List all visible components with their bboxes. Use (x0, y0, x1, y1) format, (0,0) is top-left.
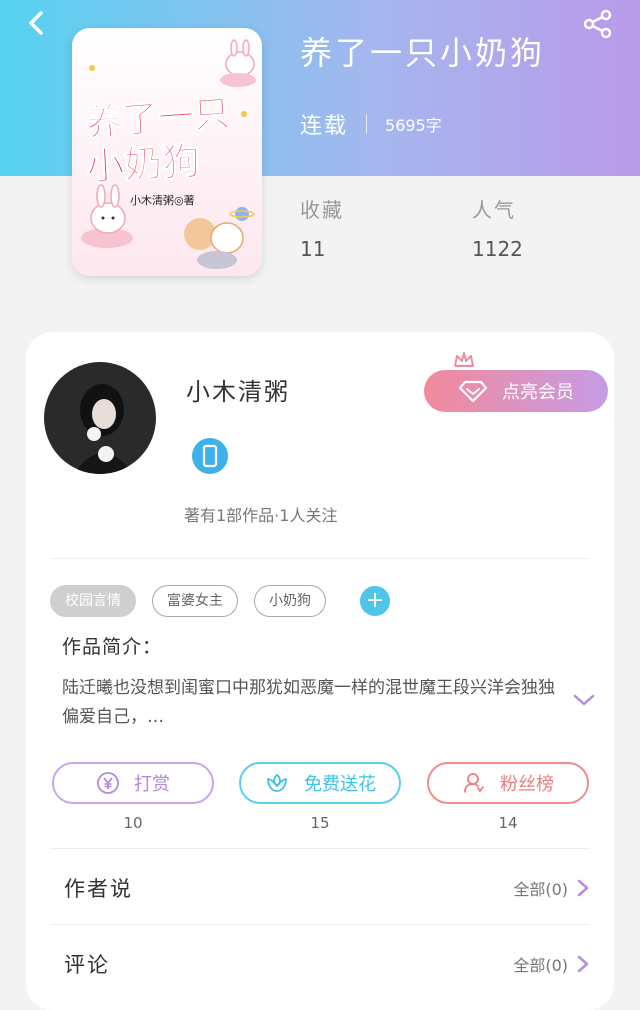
send-flower-button[interactable]: 免费送花 (239, 762, 401, 804)
diamond-icon (458, 380, 488, 403)
chevron-right-icon (577, 879, 589, 897)
crown-icon (454, 352, 474, 367)
author-says-all-label: 全部(0) (513, 880, 568, 899)
author-badge-icon (192, 438, 228, 474)
fan-ranking-button[interactable]: 粉丝榜 (427, 762, 589, 804)
stat-label: 人气 (472, 198, 516, 222)
flower-count: 15 (310, 814, 330, 832)
vip-button-label: 点亮会员 (502, 382, 574, 403)
intro-label: 作品简介： (62, 636, 163, 658)
avatar[interactable] (44, 362, 156, 474)
book-cover[interactable]: 养了一只 小奶狗 小木清粥◎著 (72, 28, 262, 276)
add-tag-button[interactable]: + (360, 586, 390, 616)
intro-text: 陆迁曦也没想到闺蜜口中那犹如恶魔一样的混世魔王段兴洋会独独偏爱自己，… (62, 678, 555, 727)
comments-all-label: 全部(0) (513, 956, 568, 975)
author-name[interactable]: 小木清粥 (186, 372, 290, 407)
word-count: 5695字 (385, 116, 442, 135)
tag-chip[interactable]: 校园言情 (50, 585, 136, 617)
reward-count: 10 (123, 814, 143, 832)
fan-ranking-label: 粉丝榜 (500, 774, 554, 795)
author-says-title: 作者说 (64, 877, 133, 901)
stat-popularity: 人气 1122 (472, 194, 523, 261)
book-cover-art: 养了一只 小奶狗 小木清粥◎著 (72, 28, 262, 276)
author-says-row[interactable]: 作者说 全部(0) (64, 868, 590, 908)
meta-divider (366, 114, 368, 134)
user-icon (464, 773, 484, 793)
comments-title: 评论 (64, 953, 110, 977)
flower-icon (267, 773, 287, 792)
reward-label: 打赏 (134, 774, 170, 795)
vip-button[interactable]: 点亮会员 (424, 370, 608, 412)
comments-all-link[interactable]: 全部(0) (513, 952, 590, 976)
cover-author-credit: 小木清粥◎著 (130, 193, 195, 207)
chevron-down-icon[interactable] (572, 692, 596, 708)
book-title: 养了一只小奶狗 (300, 34, 546, 72)
stat-label: 收藏 (300, 198, 344, 222)
tag-list: 校园言情 富婆女主 小奶狗 + (50, 585, 390, 617)
yen-icon (97, 772, 119, 794)
send-flower-label: 免费送花 (304, 774, 376, 795)
tag-chip[interactable]: 小奶狗 (254, 585, 326, 617)
cover-title-line2: 小奶狗 (85, 139, 201, 189)
author-says-all-link[interactable]: 全部(0) (513, 876, 590, 900)
divider (50, 558, 590, 559)
stat-value: 1122 (472, 237, 523, 261)
author-works-info: 著有1部作品·1人关注 (184, 506, 338, 525)
share-icon[interactable] (582, 8, 614, 40)
divider (50, 924, 590, 925)
reward-button[interactable]: 打赏 (52, 762, 214, 804)
author-card: 小木清粥 点亮会员 著有1部作品·1人关注 校园言情 富婆女主 小奶狗 + 作品… (26, 332, 614, 1010)
chevron-right-icon (577, 955, 589, 973)
serial-status: 连载 (300, 114, 349, 139)
divider (50, 848, 590, 849)
stat-favorites: 收藏 11 (300, 194, 344, 261)
fans-count: 14 (498, 814, 518, 832)
stat-value: 11 (300, 237, 326, 261)
tag-chip[interactable]: 富婆女主 (152, 585, 238, 617)
comments-row[interactable]: 评论 全部(0) (64, 944, 590, 984)
book-meta: 连载 5695字 (300, 108, 442, 140)
back-arrow-icon[interactable] (22, 8, 52, 38)
